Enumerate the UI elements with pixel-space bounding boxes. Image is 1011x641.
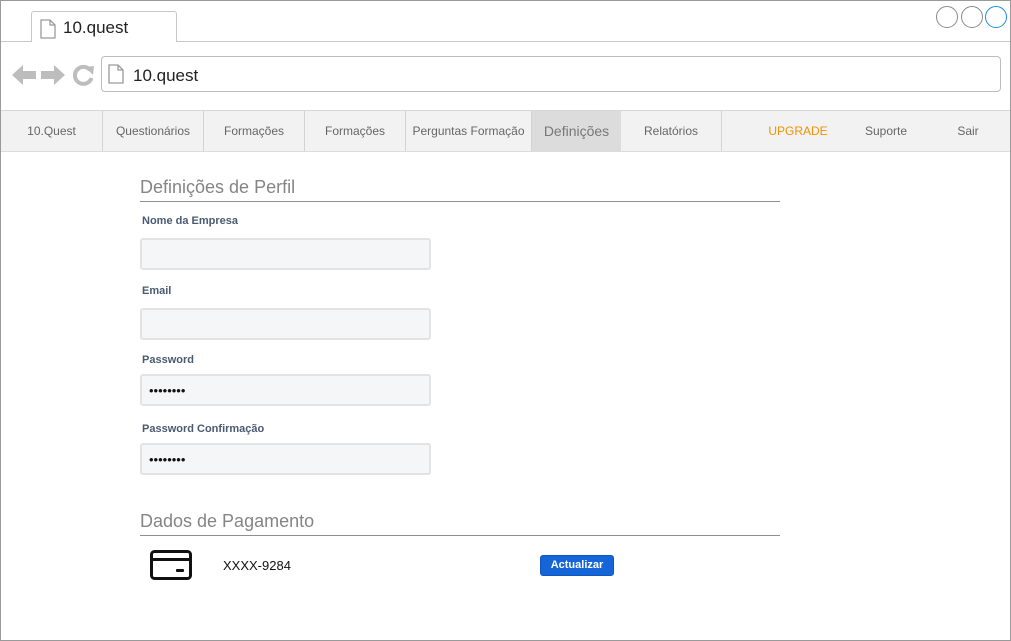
company-name-input[interactable] bbox=[140, 238, 431, 270]
nav-item-upgrade[interactable]: UPGRADE bbox=[748, 111, 848, 151]
email-label: Email bbox=[142, 285, 172, 297]
nav-item-definicoes[interactable]: Definições bbox=[532, 111, 621, 151]
tab-strip: 10.quest bbox=[1, 1, 1010, 43]
browser-toolbar: 10.quest bbox=[1, 42, 1010, 111]
app-nav: 10.Quest Questionários Formações Formaçõ… bbox=[1, 111, 1010, 152]
profile-section-title: Definições de Perfil bbox=[140, 177, 780, 202]
company-name-label: Nome da Empresa bbox=[142, 215, 238, 227]
nav-item-questionarios[interactable]: Questionários bbox=[103, 111, 204, 151]
nav-item-formacoes[interactable]: Formações bbox=[204, 111, 305, 151]
credit-card-icon bbox=[150, 550, 192, 585]
page-icon bbox=[108, 64, 124, 89]
nav-item-sair[interactable]: Sair bbox=[918, 111, 1010, 151]
password-input[interactable] bbox=[140, 374, 431, 406]
page-icon bbox=[40, 19, 56, 44]
password-confirm-input[interactable] bbox=[140, 443, 431, 475]
card-number: XXXX-9284 bbox=[223, 558, 291, 573]
nav-item-home[interactable]: 10.Quest bbox=[1, 111, 103, 151]
url-text: 10.quest bbox=[133, 66, 199, 85]
reload-icon[interactable] bbox=[72, 64, 95, 91]
minimize-button[interactable] bbox=[936, 6, 958, 28]
tab-title: 10.quest bbox=[63, 18, 129, 37]
close-button[interactable] bbox=[985, 6, 1007, 28]
back-arrow-icon[interactable] bbox=[12, 64, 36, 91]
nav-item-relatorios[interactable]: Relatórios bbox=[621, 111, 722, 151]
nav-item-formacoes-2[interactable]: Formações bbox=[305, 111, 406, 151]
nav-item-perguntas-formacao[interactable]: Perguntas Formação bbox=[406, 111, 532, 151]
password-confirm-label: Password Confirmação bbox=[142, 423, 265, 435]
forward-arrow-icon[interactable] bbox=[41, 64, 65, 91]
address-bar[interactable]: 10.quest bbox=[101, 56, 1001, 92]
maximize-button[interactable] bbox=[961, 6, 983, 28]
payment-section-title: Dados de Pagamento bbox=[140, 511, 780, 536]
browser-window: 10.quest 10.quest 10.Quest Questionários… bbox=[0, 0, 1011, 641]
password-label: Password bbox=[142, 354, 194, 366]
email-input[interactable] bbox=[140, 308, 431, 340]
browser-tab[interactable]: 10.quest bbox=[31, 11, 177, 43]
update-payment-button[interactable]: Actualizar bbox=[540, 555, 614, 576]
